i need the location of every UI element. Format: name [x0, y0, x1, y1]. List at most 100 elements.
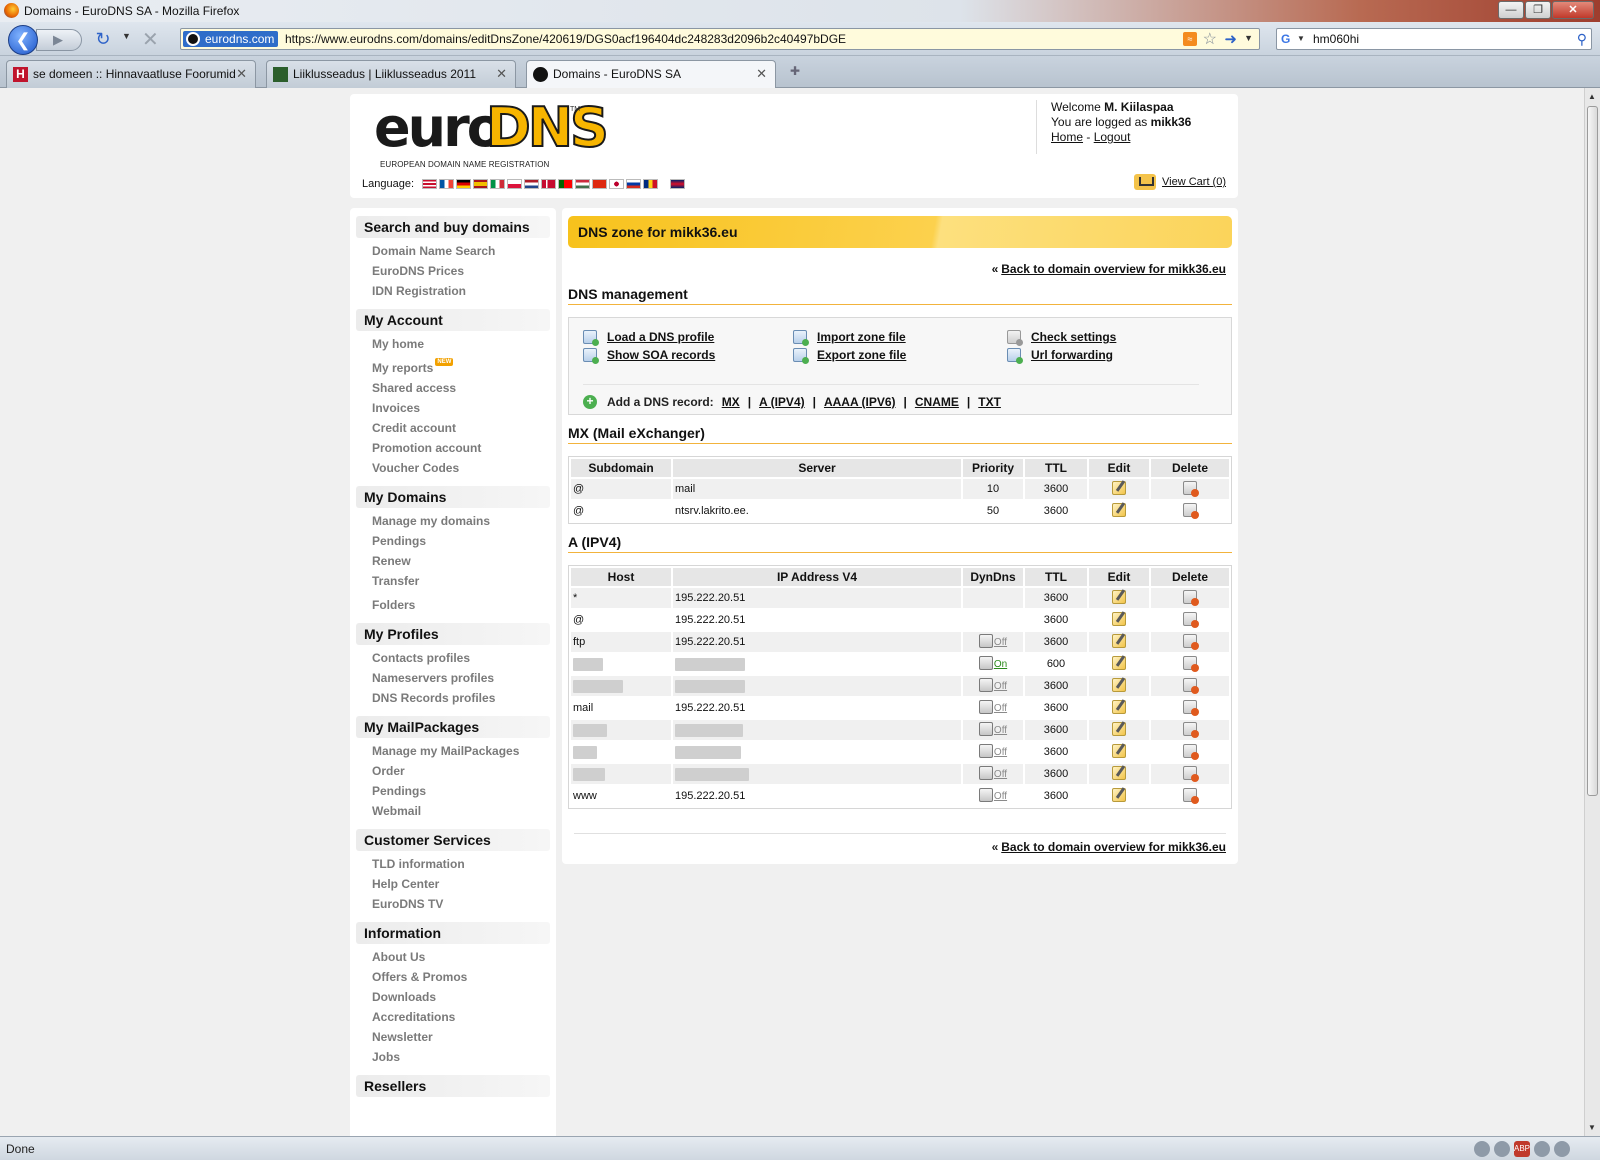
sidebar-item-voucher-codes[interactable]: Voucher Codes [372, 458, 550, 478]
flag-en-icon[interactable] [422, 179, 437, 189]
url-text[interactable]: https://www.eurodns.com/domains/editDnsZ… [285, 32, 846, 46]
edit-icon[interactable] [1112, 787, 1126, 802]
history-dropdown-icon[interactable]: ▼ [122, 31, 131, 41]
sidebar-item-about-us[interactable]: About Us [372, 947, 550, 967]
sidebar-item-order[interactable]: Order [372, 761, 550, 781]
load-dns-profile[interactable]: Load a DNS profile [583, 330, 714, 346]
minimize-button[interactable]: — [1498, 1, 1524, 19]
flag-ru-icon[interactable] [626, 179, 641, 189]
bookmark-star-icon[interactable]: ☆ [1203, 29, 1217, 49]
delete-icon[interactable] [1183, 743, 1199, 760]
google-engine-icon[interactable]: G [1281, 32, 1295, 46]
rss-feed-icon[interactable]: ≈ [1183, 32, 1197, 46]
scrollbar-thumb[interactable] [1587, 106, 1598, 796]
sidebar-item-eurodns-prices[interactable]: EuroDNS Prices [372, 261, 550, 281]
go-arrow-icon[interactable]: ➜ [1224, 30, 1237, 48]
add-txt-link[interactable]: TXT [978, 395, 1001, 409]
sidebar-item-dns-records-profiles[interactable]: DNS Records profiles [372, 688, 550, 708]
search-input[interactable] [1313, 31, 1553, 47]
show-soa-link[interactable]: Show SOA records [607, 348, 715, 362]
delete-icon[interactable] [1183, 677, 1199, 694]
flag-nl-icon[interactable] [524, 179, 539, 189]
add-a-link[interactable]: A (IPV4) [759, 395, 805, 409]
addon-icon[interactable] [1474, 1141, 1490, 1157]
sidebar-item-manage-my-domains[interactable]: Manage my domains [372, 511, 550, 531]
tab-liiklusseadus[interactable]: Liiklusseadus | Liiklusseadus 2011 ✕ [266, 60, 516, 88]
sidebar-item-offers-promos[interactable]: Offers & Promos [372, 967, 550, 987]
flag-cn-icon[interactable] [592, 179, 607, 189]
addon-icon[interactable] [1554, 1141, 1570, 1157]
export-zone-file[interactable]: Export zone file [793, 348, 906, 364]
back-button[interactable]: ❮ [8, 25, 38, 55]
adblock-icon[interactable]: ABP [1514, 1141, 1530, 1157]
flag-pl-icon[interactable] [507, 179, 522, 189]
sidebar-item-shared-access[interactable]: Shared access [372, 378, 550, 398]
flag-jp-icon[interactable] [609, 179, 624, 189]
sidebar-item-invoices[interactable]: Invoices [372, 398, 550, 418]
delete-icon[interactable] [1183, 699, 1199, 716]
load-dns-profile-link[interactable]: Load a DNS profile [607, 330, 714, 344]
delete-icon[interactable] [1183, 765, 1199, 782]
flag-dk-icon[interactable] [541, 179, 556, 189]
tools-icon[interactable] [1534, 1141, 1550, 1157]
flag-fr-icon[interactable] [439, 179, 454, 189]
tab-eurodns[interactable]: Domains - EuroDNS SA ✕ [526, 60, 776, 89]
sidebar-item-promotion-account[interactable]: Promotion account [372, 438, 550, 458]
url-dropdown-icon[interactable]: ▼ [1244, 33, 1253, 43]
scroll-up-icon[interactable]: ▲ [1588, 92, 1596, 101]
edit-icon[interactable] [1112, 502, 1126, 517]
sidebar-item-idn-registration[interactable]: IDN Registration [372, 281, 550, 301]
sidebar-item-nameservers-profiles[interactable]: Nameservers profiles [372, 668, 550, 688]
sidebar-item-my-reports[interactable]: My reports NEW [372, 358, 550, 378]
delete-icon[interactable] [1183, 502, 1199, 519]
add-mx-link[interactable]: MX [722, 395, 740, 409]
delete-icon[interactable] [1183, 655, 1199, 672]
edit-icon[interactable] [1112, 633, 1126, 648]
back-to-overview-link[interactable]: Back to domain overview for mikk36.eu [1001, 840, 1226, 854]
sidebar-item-accreditations[interactable]: Accreditations [372, 1007, 550, 1027]
show-soa-records[interactable]: Show SOA records [583, 348, 715, 364]
url-forwarding-link[interactable]: Url forwarding [1031, 348, 1113, 362]
flag-es-icon[interactable] [473, 179, 488, 189]
tab-hinnavaatlus[interactable]: H se domeen :: Hinnavaatluse Foorumid ✕ [6, 60, 256, 88]
maximize-button[interactable]: ❐ [1525, 1, 1551, 19]
close-tab-icon[interactable]: ✕ [756, 61, 767, 87]
close-tab-icon[interactable]: ✕ [236, 61, 247, 87]
sidebar-item-pendings[interactable]: Pendings [372, 531, 550, 551]
stop-icon[interactable]: ✕ [142, 27, 159, 52]
sidebar-item-jobs[interactable]: Jobs [372, 1047, 550, 1067]
engine-dropdown-icon[interactable]: ▼ [1297, 34, 1305, 43]
dyndns-toggle[interactable]: Off [978, 721, 1007, 736]
add-cname-link[interactable]: CNAME [915, 395, 959, 409]
edit-icon[interactable] [1112, 655, 1126, 670]
address-bar[interactable]: eurodns.com https://www.eurodns.com/doma… [180, 28, 1260, 50]
sidebar-item-manage-mailpackages[interactable]: Manage my MailPackages [372, 741, 550, 761]
dyndns-toggle[interactable]: Off [978, 787, 1007, 802]
sidebar-item-my-home[interactable]: My home [372, 334, 550, 354]
delete-icon[interactable] [1183, 721, 1199, 738]
scroll-down-icon[interactable]: ▼ [1588, 1123, 1596, 1132]
flag-it-icon[interactable] [490, 179, 505, 189]
sidebar-section-title[interactable]: Resellers [356, 1075, 550, 1097]
eurodns-logo[interactable]: euro DNS TM EUROPEAN DOMAIN NAME REGISTR… [374, 95, 610, 169]
search-bar[interactable]: G ▼ ⚲ [1276, 28, 1592, 50]
dyndns-toggle[interactable]: Off [978, 743, 1007, 758]
dyndns-toggle[interactable]: On [978, 655, 1007, 670]
flag-ro-icon[interactable] [643, 179, 658, 189]
delete-icon[interactable] [1183, 633, 1199, 650]
add-aaaa-link[interactable]: AAAA (IPV6) [824, 395, 896, 409]
edit-icon[interactable] [1112, 743, 1126, 758]
edit-icon[interactable] [1112, 765, 1126, 780]
delete-icon[interactable] [1183, 589, 1199, 606]
edit-icon[interactable] [1112, 699, 1126, 714]
delete-icon[interactable] [1183, 787, 1199, 804]
close-window-button[interactable]: ✕ [1552, 1, 1594, 19]
addon-icon[interactable] [1494, 1141, 1510, 1157]
url-forwarding[interactable]: Url forwarding [1007, 348, 1113, 364]
sidebar-item-domain-name-search[interactable]: Domain Name Search [372, 241, 550, 261]
sidebar-item-credit-account[interactable]: Credit account [372, 418, 550, 438]
flag-de-icon[interactable] [456, 179, 471, 189]
sidebar-item-transfer[interactable]: Transfer [372, 571, 550, 591]
check-settings[interactable]: Check settings [1007, 330, 1116, 346]
sidebar-item-tld-information[interactable]: TLD information [372, 854, 550, 874]
